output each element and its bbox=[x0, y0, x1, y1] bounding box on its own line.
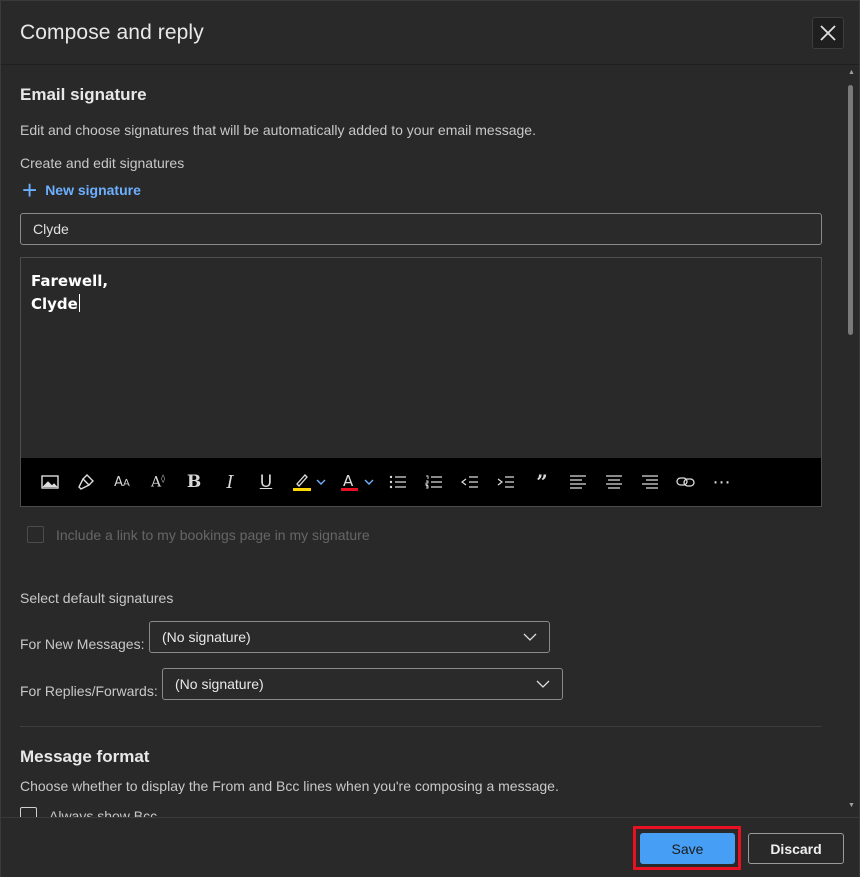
replies-forwards-value: (No signature) bbox=[175, 676, 264, 692]
align-right-icon bbox=[642, 475, 658, 489]
font-size-button[interactable]: AA bbox=[111, 472, 133, 492]
new-signature-button[interactable]: + New signature bbox=[22, 175, 141, 205]
highlight-button[interactable] bbox=[291, 472, 331, 492]
bookings-link-option[interactable]: Include a link to my bookings page in my… bbox=[27, 526, 370, 543]
dialog-footer: Save Discard bbox=[1, 817, 859, 877]
scroll-down-arrow-icon[interactable]: ▼ bbox=[848, 802, 855, 809]
more-options-button[interactable]: ⋯ bbox=[711, 472, 733, 492]
new-messages-label: For New Messages: bbox=[20, 636, 145, 652]
signature-body-line: Farewell, bbox=[31, 272, 109, 290]
link-icon bbox=[676, 477, 695, 487]
bookings-label: Include a link to my bookings page in my… bbox=[56, 526, 370, 543]
signature-body-line: Clyde bbox=[31, 295, 78, 313]
quote-button[interactable]: ” bbox=[531, 470, 553, 494]
align-left-icon bbox=[570, 475, 586, 489]
scroll-thumb[interactable] bbox=[848, 85, 853, 335]
always-show-bcc-checkbox[interactable] bbox=[20, 807, 37, 817]
signature-body[interactable]: Farewell, Clyde bbox=[31, 270, 108, 316]
bullets-button[interactable] bbox=[387, 472, 409, 492]
align-center-button[interactable] bbox=[603, 472, 625, 492]
email-signature-heading: Email signature bbox=[20, 85, 147, 104]
default-signatures-heading: Select default signatures bbox=[20, 590, 174, 606]
signature-name-value: Clyde bbox=[33, 221, 69, 237]
plus-icon: + bbox=[22, 175, 38, 205]
more-options-icon: ⋯ bbox=[712, 471, 732, 492]
font-color-icon: A bbox=[341, 472, 374, 491]
signature-name-input[interactable]: Clyde bbox=[20, 213, 822, 245]
create-edit-label: Create and edit signatures bbox=[20, 155, 185, 171]
dialog-header: Compose and reply bbox=[1, 1, 859, 65]
align-center-icon bbox=[606, 475, 622, 489]
font-color-button[interactable]: A bbox=[339, 472, 379, 492]
section-divider bbox=[20, 726, 822, 727]
format-painter-icon bbox=[78, 474, 94, 490]
replies-forwards-label: For Replies/Forwards: bbox=[20, 683, 158, 699]
italic-icon: I bbox=[226, 471, 234, 493]
italic-button[interactable]: I bbox=[219, 471, 241, 493]
numbering-icon bbox=[425, 475, 442, 489]
close-button[interactable] bbox=[812, 17, 844, 49]
message-format-heading: Message format bbox=[20, 747, 150, 766]
underline-button[interactable]: U bbox=[255, 472, 277, 492]
bold-icon: B bbox=[186, 472, 202, 492]
bullets-icon bbox=[389, 475, 406, 489]
text-caret bbox=[78, 294, 80, 312]
svg-text:A: A bbox=[343, 472, 354, 490]
new-signature-label: New signature bbox=[45, 182, 141, 198]
compose-and-reply-dialog: Compose and reply Email signature Edit a… bbox=[0, 0, 860, 877]
dialog-content[interactable]: Email signature Edit and choose signatur… bbox=[1, 66, 845, 817]
vertical-scrollbar[interactable]: ▲ ▼ bbox=[846, 69, 856, 813]
bold-button[interactable]: B bbox=[183, 472, 205, 492]
decrease-indent-button[interactable] bbox=[459, 472, 481, 492]
superscript-icon: A◊ bbox=[150, 473, 166, 491]
save-button[interactable]: Save bbox=[640, 833, 735, 864]
align-right-button[interactable] bbox=[639, 472, 661, 492]
always-show-bcc-label: Always show Bcc bbox=[49, 807, 158, 818]
highlight-icon bbox=[293, 474, 326, 491]
numbering-button[interactable] bbox=[423, 472, 445, 492]
link-button[interactable] bbox=[675, 472, 697, 492]
insert-image-icon bbox=[41, 475, 59, 489]
always-show-bcc-option[interactable]: Always show Bcc bbox=[20, 807, 157, 817]
discard-button[interactable]: Discard bbox=[748, 833, 844, 864]
new-messages-value: (No signature) bbox=[162, 629, 251, 645]
close-icon bbox=[820, 25, 836, 41]
chevron-down-icon bbox=[523, 633, 537, 641]
superscript-button[interactable]: A◊ bbox=[147, 472, 169, 492]
message-format-description: Choose whether to display the From and B… bbox=[20, 778, 559, 794]
bookings-checkbox[interactable] bbox=[27, 526, 44, 543]
quote-icon: ” bbox=[536, 470, 548, 494]
formatting-toolbar: AA A◊ B I U A ” ⋯ bbox=[21, 458, 821, 506]
format-painter-button[interactable] bbox=[75, 472, 97, 492]
replies-forwards-select[interactable]: (No signature) bbox=[162, 668, 563, 700]
dialog-title: Compose and reply bbox=[20, 21, 204, 44]
signature-editor[interactable]: Farewell, Clyde AA A◊ B I U A ” ⋯ bbox=[20, 257, 822, 507]
scroll-up-arrow-icon[interactable]: ▲ bbox=[848, 69, 855, 76]
align-left-button[interactable] bbox=[567, 472, 589, 492]
new-messages-select[interactable]: (No signature) bbox=[149, 621, 550, 653]
font-size-icon: AA bbox=[114, 474, 130, 490]
underline-icon: U bbox=[259, 472, 273, 492]
increase-indent-button[interactable] bbox=[495, 472, 517, 492]
email-signature-description: Edit and choose signatures that will be … bbox=[20, 122, 536, 138]
decrease-indent-icon bbox=[461, 476, 478, 488]
chevron-down-icon bbox=[536, 680, 550, 688]
increase-indent-icon bbox=[497, 476, 514, 488]
insert-image-button[interactable] bbox=[39, 472, 61, 492]
